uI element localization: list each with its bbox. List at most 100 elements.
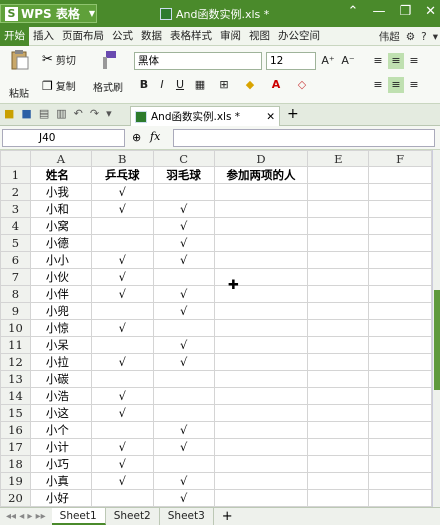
cell-d[interactable] [213,302,309,320]
cell-a[interactable]: 小真 [29,472,92,490]
row-header[interactable]: 20 [0,489,31,507]
cell-a[interactable]: 小计 [29,438,92,456]
column-header[interactable]: E [307,150,370,167]
cell-e[interactable] [307,319,370,337]
menu-item-3[interactable]: 公式 [108,27,137,46]
cell-e[interactable] [307,234,370,252]
cell-a[interactable]: 小窝 [29,217,92,235]
cell-d[interactable] [213,251,309,269]
cell-f[interactable] [368,472,432,490]
cell-e[interactable] [307,438,370,456]
row-header[interactable]: 7 [0,268,31,286]
cell-b[interactable] [90,336,154,354]
align-middle-icon[interactable]: ≡ [388,53,404,69]
cell-c[interactable]: √ [152,353,215,371]
cell-b[interactable]: √ [90,438,154,456]
row-header[interactable]: 19 [0,472,31,490]
cell-f[interactable] [368,370,432,388]
cell-b[interactable]: √ [90,285,154,303]
align-center-icon[interactable]: ≡ [388,77,404,93]
row-header[interactable]: 11 [0,336,31,354]
redo-icon[interactable]: ↷ [90,107,99,120]
row-header[interactable]: 12 [0,353,31,371]
font-size-select[interactable]: 12 [266,52,316,70]
row-header[interactable]: 2 [0,183,31,201]
row-header[interactable]: 1 [0,166,31,184]
cell-c[interactable]: √ [152,302,215,320]
cell-c[interactable]: √ [152,472,215,490]
cell-e[interactable] [307,217,370,235]
new-tab-button[interactable]: + [287,106,299,122]
row-header[interactable]: 3 [0,200,31,218]
fill-color-icon[interactable]: ◆ [242,77,258,93]
cell-c[interactable]: √ [152,336,215,354]
cell-b[interactable] [90,234,154,252]
cell-a[interactable]: 小好 [29,489,92,507]
shrink-font-button[interactable]: A⁻ [340,53,356,69]
cell-e[interactable] [307,370,370,388]
cell-d[interactable] [213,234,309,252]
grow-font-button[interactable]: A⁺ [320,53,336,69]
save-icon[interactable]: ■ [21,107,31,120]
name-box[interactable]: J40 [2,129,125,147]
cell-c[interactable] [152,370,215,388]
close-icon[interactable]: ✕ [425,4,436,19]
cell-f[interactable] [368,285,432,303]
menu-item-6[interactable]: 审阅 [216,27,245,46]
cell-c[interactable] [152,387,215,405]
menu-item-5[interactable]: 表格样式 [166,27,216,46]
row-header[interactable]: 8 [0,285,31,303]
cell-b[interactable] [90,421,154,439]
border-icon[interactable]: ▦ [192,77,208,93]
cell-c[interactable] [152,319,215,337]
fx-icon[interactable]: fx [150,130,160,143]
cell-f[interactable] [368,200,432,218]
row-header[interactable]: 14 [0,387,31,405]
wps-menu-button[interactable]: S WPS 表格 ▼ [0,4,97,23]
align-bottom-icon[interactable]: ≡ [406,53,422,69]
cell-d[interactable] [213,421,309,439]
open-folder-icon[interactable]: ■ [4,107,14,120]
cell-b[interactable]: √ [90,183,154,201]
cell-b[interactable]: 乒乓球 [90,166,154,184]
cell-d[interactable] [213,455,309,473]
cell-b[interactable] [90,370,154,388]
row-header[interactable]: 16 [0,421,31,439]
column-header[interactable]: F [368,150,432,167]
row-header[interactable]: 15 [0,404,31,422]
cell-e[interactable] [307,268,370,286]
bold-button[interactable]: B [136,77,152,93]
minimize-icon[interactable]: — [372,4,385,19]
cell-a[interactable]: 小呆 [29,336,92,354]
cell-b[interactable]: √ [90,387,154,405]
close-tab-icon[interactable]: ✕ [266,111,275,123]
row-header[interactable]: 17 [0,438,31,456]
menu-item-0[interactable]: 开始 [0,26,29,46]
cell-f[interactable] [368,353,432,371]
undo-icon[interactable]: ↶ [74,107,83,120]
menu-more[interactable]: ▾ [433,31,438,43]
cell-e[interactable] [307,404,370,422]
select-all-corner[interactable] [0,150,31,167]
cell-d[interactable]: 参加两项的人 [213,166,309,184]
cell-b[interactable] [90,489,154,507]
cell-a[interactable]: 小惊 [29,319,92,337]
sheet-nav-icon[interactable]: ◂◂ ◂ ▸ ▸▸ [0,511,52,522]
row-header[interactable]: 5 [0,234,31,252]
cell-c[interactable] [152,268,215,286]
cell-d[interactable] [213,183,309,201]
font-name-select[interactable]: 黑体 [134,52,262,70]
cell-d[interactable] [213,489,309,507]
cell-c[interactable]: √ [152,285,215,303]
cell-c[interactable]: √ [152,234,215,252]
cell-b[interactable]: √ [90,319,154,337]
cell-c[interactable]: √ [152,438,215,456]
cell-b[interactable]: √ [90,404,154,422]
menu-item-8[interactable]: 办公空间 [274,27,324,46]
doc-tab[interactable]: And函数实例.xls * ✕ [130,106,280,126]
column-header[interactable]: C [152,150,215,167]
cell-d[interactable] [213,438,309,456]
cell-e[interactable] [307,353,370,371]
cell-f[interactable] [368,421,432,439]
cell-e[interactable] [307,251,370,269]
